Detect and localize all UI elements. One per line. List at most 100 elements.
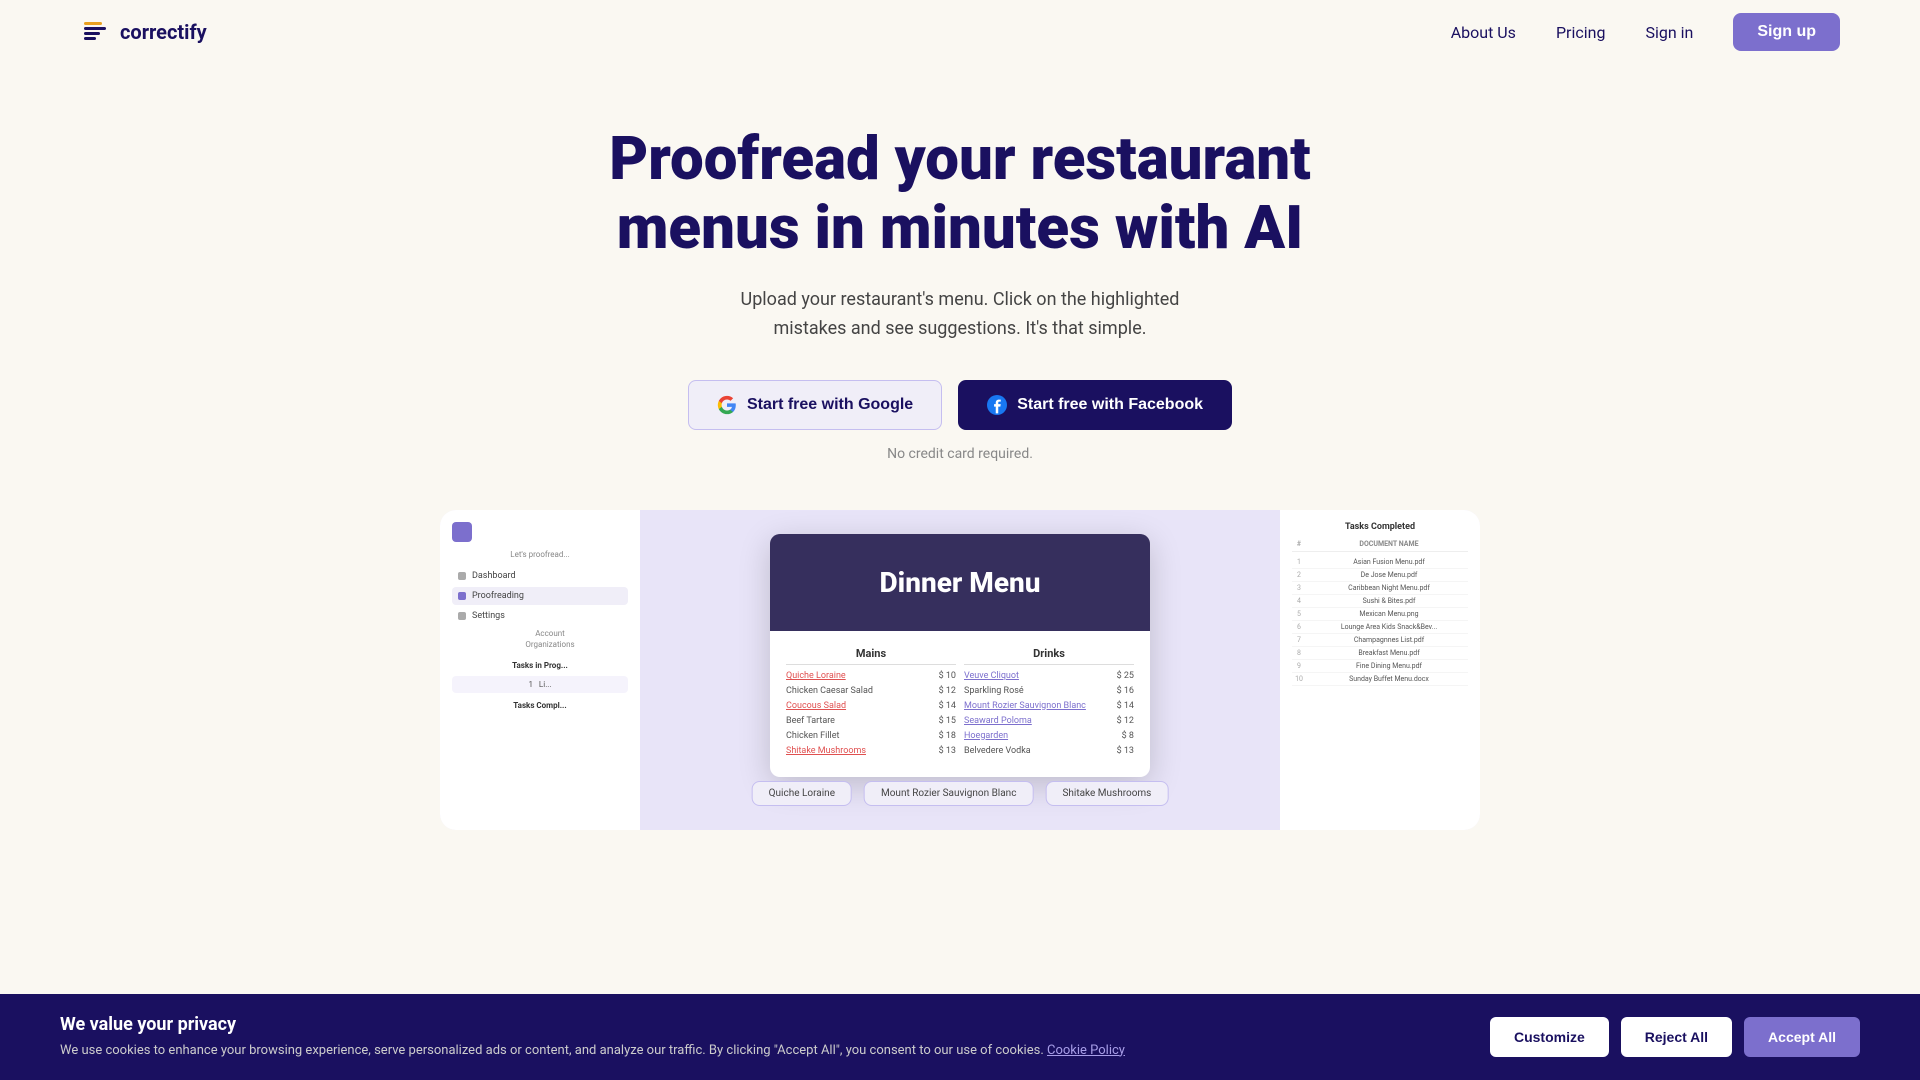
col-docname: DOCUMENT NAME	[1310, 540, 1468, 548]
facebook-icon	[987, 395, 1007, 415]
logo[interactable]: correctify	[80, 16, 207, 48]
main-item-name: Quiche Loraine	[786, 671, 846, 681]
row-docname: Caribbean Night Menu.pdf	[1310, 584, 1468, 592]
right-table-row: 1 Asian Fusion Menu.pdf	[1292, 556, 1468, 569]
reject-all-button[interactable]: Reject All	[1621, 1017, 1732, 1057]
start-facebook-label: Start free with Facebook	[1017, 396, 1203, 414]
nav-signup-button[interactable]: Sign up	[1733, 13, 1840, 51]
proofreading-dot	[458, 592, 466, 600]
drink-item-price: $ 25	[1117, 671, 1134, 681]
left-menu-proofreading: Proofreading	[452, 587, 628, 605]
demo-preview: Let's proofread... Dashboard Proofreadin…	[440, 510, 1480, 830]
main-item-price: $ 13	[939, 746, 956, 756]
drink-item-price: $ 14	[1117, 701, 1134, 711]
left-tasks-completed: Tasks Compl...	[452, 701, 628, 710]
main-item-price: $ 12	[939, 686, 956, 696]
settings-subgroup: Account Organizations	[452, 629, 628, 649]
start-google-label: Start free with Google	[747, 396, 913, 414]
nav-pricing[interactable]: Pricing	[1556, 23, 1606, 42]
start-google-button[interactable]: Start free with Google	[688, 380, 942, 430]
main-item-name: Beef Tartare	[786, 716, 835, 726]
cookie-desc-text: We use cookies to enhance your browsing …	[60, 1043, 1047, 1058]
mains-header: Mains	[786, 647, 956, 665]
row-num: 3	[1292, 584, 1306, 592]
nav-about-us[interactable]: About Us	[1451, 23, 1516, 42]
accept-all-button[interactable]: Accept All	[1744, 1017, 1860, 1057]
task-item-1: 1 Li...	[452, 676, 628, 693]
drink-item-row: Mount Rozier Sauvignon Blanc $ 14	[964, 701, 1134, 711]
row-docname: Asian Fusion Menu.pdf	[1310, 558, 1468, 566]
drink-item-price: $ 12	[1117, 716, 1134, 726]
right-panel-title: Tasks Completed	[1292, 522, 1468, 532]
right-panel: Tasks Completed # DOCUMENT NAME 1 Asian F…	[1280, 510, 1480, 830]
cookie-policy-link[interactable]: Cookie Policy	[1047, 1043, 1125, 1058]
main-item-row: Chicken Caesar Salad$ 12	[786, 686, 956, 696]
left-panel: Let's proofread... Dashboard Proofreadin…	[440, 510, 640, 830]
main-item-price: $ 14	[939, 701, 956, 711]
drink-item-row: Belvedere Vodka$ 13	[964, 746, 1134, 756]
right-table-row: 5Mexican Menu.png	[1292, 608, 1468, 621]
drink-item-row: Veuve Cliquot $ 25	[964, 671, 1134, 681]
right-table-row: 8Breakfast Menu.pdf	[1292, 647, 1468, 660]
dashboard-dot	[458, 572, 466, 580]
main-item-row: Quiche Loraine $ 10	[786, 671, 956, 681]
suggestion-quiche: Quiche Loraine	[752, 781, 852, 806]
main-item-row: Beef Tartare$ 15	[786, 716, 956, 726]
row-num: 2	[1292, 571, 1306, 579]
row-num: 4	[1292, 597, 1306, 605]
drink-item-price: $ 16	[1117, 686, 1134, 696]
drink-item-row: Sparkling Rosé $ 16	[964, 686, 1134, 696]
cookie-buttons: Customize Reject All Accept All	[1490, 1017, 1860, 1057]
row-docname: Fine Dining Menu.pdf	[1310, 662, 1468, 670]
dinner-menu-title: Dinner Menu	[790, 566, 1130, 599]
row-num: 1	[1292, 558, 1306, 566]
drink-item-name: Belvedere Vodka	[964, 746, 1031, 756]
mains-column: Mains Quiche Loraine $ 10 Chicken Caesar S…	[786, 647, 956, 761]
nav-links: About Us Pricing Sign in Sign up	[1451, 13, 1840, 51]
nav-signin[interactable]: Sign in	[1645, 23, 1693, 42]
drink-item-price: $ 8	[1122, 731, 1134, 741]
main-item-price: $ 10	[939, 671, 956, 681]
row-num: 10	[1292, 675, 1306, 683]
drink-item-name: Hoegarden	[964, 731, 1008, 741]
cookie-title: We value your privacy	[60, 1014, 1466, 1035]
dinner-menu-body: Mains Quiche Loraine $ 10 Chicken Caesar S…	[770, 631, 1150, 777]
drink-item-name: Mount Rozier Sauvignon Blanc	[964, 701, 1086, 711]
row-num: 9	[1292, 662, 1306, 670]
drinks-column: Drinks Veuve Cliquot $ 25 Sparkling Rosé $ …	[964, 647, 1134, 761]
hero-title: Proofread your restaurant menus in minut…	[560, 124, 1360, 262]
customize-button[interactable]: Customize	[1490, 1017, 1609, 1057]
row-docname: De Jose Menu.pdf	[1310, 571, 1468, 579]
dinner-menu-card: Dinner Menu Mains Quiche Loraine $ 10 Chic…	[770, 534, 1150, 777]
cookie-description: We use cookies to enhance your browsing …	[60, 1041, 1466, 1061]
row-num: 8	[1292, 649, 1306, 657]
main-item-row: Coucous Salad$ 14	[786, 701, 956, 711]
row-docname: Mexican Menu.png	[1310, 610, 1468, 618]
cta-buttons: Start free with Google Start free with F…	[688, 380, 1232, 430]
right-table-row: 4Sushi & Bites.pdf	[1292, 595, 1468, 608]
col-num: #	[1292, 540, 1306, 548]
right-table-row: 2 De Jose Menu.pdf	[1292, 569, 1468, 582]
suggestion-shitake: Shitake Mushrooms	[1045, 781, 1168, 806]
start-facebook-button[interactable]: Start free with Facebook	[958, 380, 1232, 430]
row-docname: Lounge Area Kids Snack&Bev...	[1310, 623, 1468, 631]
proofreading-label: Proofreading	[472, 591, 524, 601]
row-docname: Sunday Buffet Menu.docx	[1310, 675, 1468, 683]
logo-icon	[80, 16, 112, 48]
settings-dot	[458, 612, 466, 620]
left-menu-dashboard: Dashboard	[452, 567, 628, 585]
row-num: 6	[1292, 623, 1306, 631]
left-tasks-in-progress: Tasks in Prog...	[452, 661, 628, 670]
cookie-text-block: We value your privacy We use cookies to …	[60, 1014, 1466, 1061]
dashboard-label: Dashboard	[472, 571, 516, 581]
right-table-row: 7Champagnnes List.pdf	[1292, 634, 1468, 647]
drink-item-name: Veuve Cliquot	[964, 671, 1019, 681]
google-icon	[717, 395, 737, 415]
account-sublabel: Account	[452, 629, 628, 638]
hero-subtitle: Upload your restaurant's menu. Click on …	[710, 286, 1210, 344]
dinner-menu-header: Dinner Menu	[770, 534, 1150, 631]
drinks-header: Drinks	[964, 647, 1134, 665]
no-credit-card-text: No credit card required.	[887, 446, 1033, 462]
main-item-name: Shitake Mushrooms	[786, 746, 866, 756]
drink-item-name: Sparkling Rosé	[964, 686, 1024, 696]
